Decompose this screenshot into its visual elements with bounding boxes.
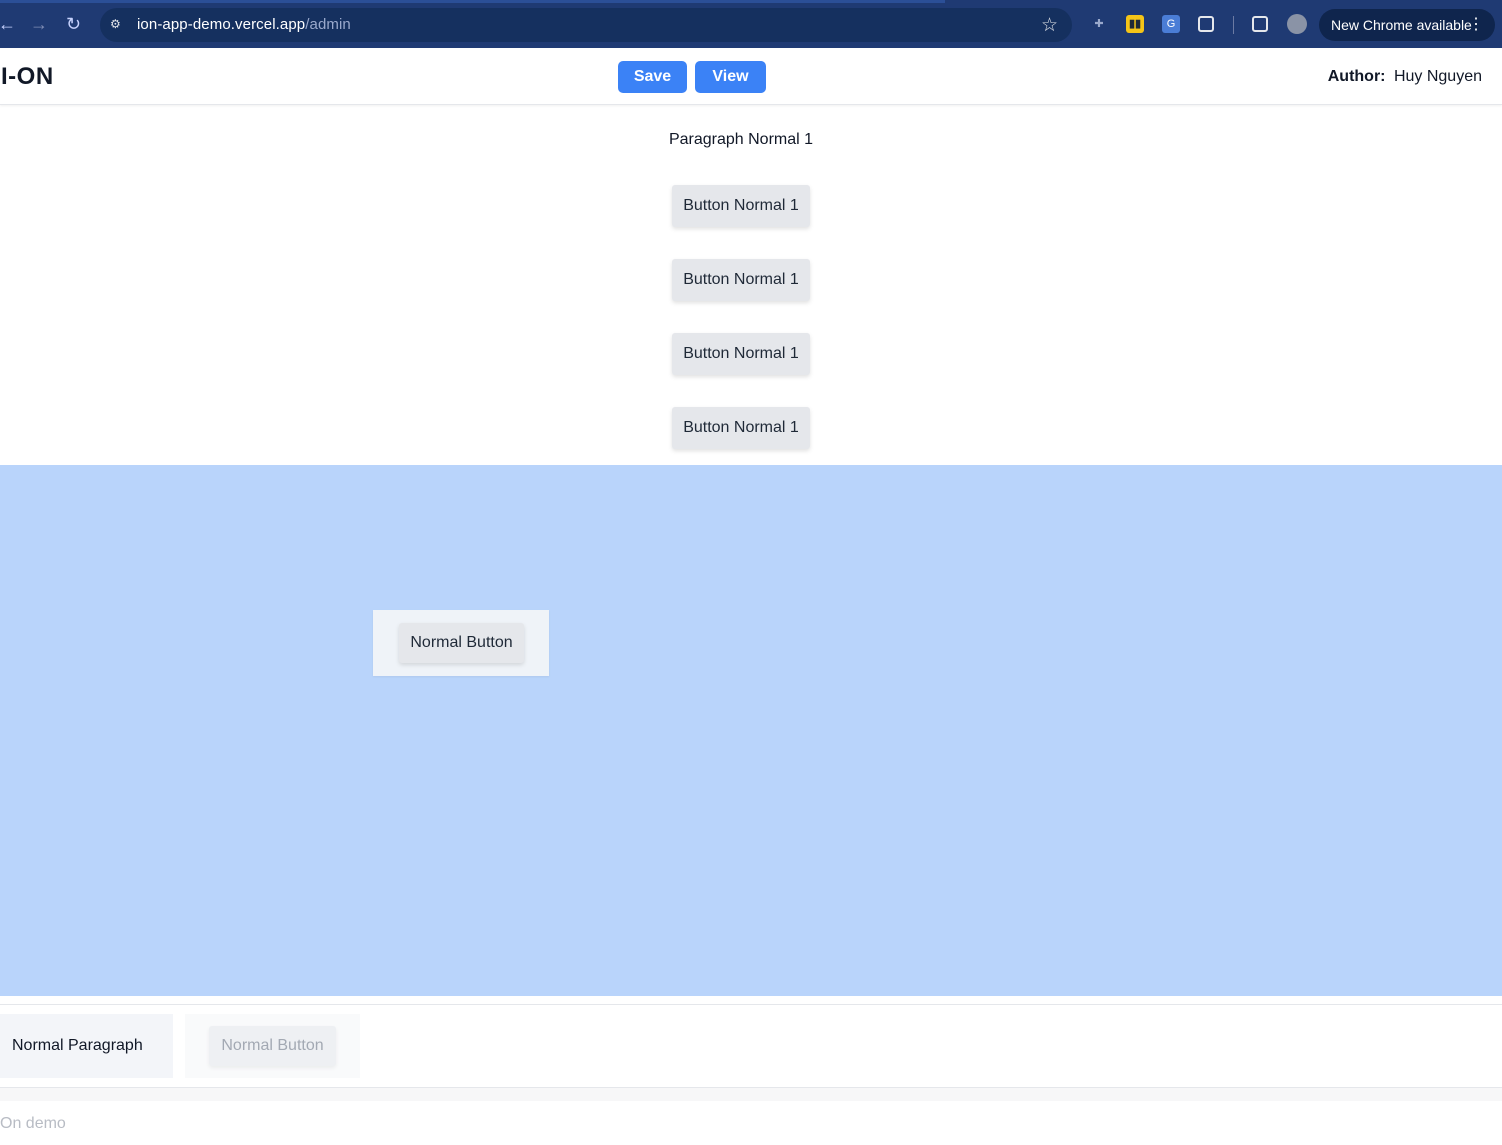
canvas-button-2[interactable]: Button Normal 1 bbox=[672, 259, 810, 301]
toolbar-divider bbox=[1233, 16, 1234, 34]
author-label: Author: bbox=[1327, 68, 1386, 85]
app-logo: I-ON bbox=[1, 63, 54, 90]
palette-divider bbox=[0, 1004, 1502, 1005]
author-name: Huy Nguyen bbox=[1393, 68, 1482, 85]
palette-paragraph-label: Normal Paragraph bbox=[12, 1037, 143, 1054]
footer: On demo bbox=[0, 1087, 1502, 1145]
reload-icon[interactable]: ↻ bbox=[66, 14, 81, 34]
app-header: I-ON Save View Author: Huy Nguyen bbox=[0, 49, 1502, 105]
side-panel-icon[interactable] bbox=[1252, 16, 1268, 32]
canvas-button-1[interactable]: Button Normal 1 bbox=[672, 185, 810, 227]
extension-chart-icon[interactable]: ▮▮ bbox=[1126, 15, 1144, 33]
save-button[interactable]: Save bbox=[618, 61, 687, 93]
profile-avatar[interactable] bbox=[1287, 14, 1307, 34]
browser-toolbar: ← → ↻ ⚙ ion-app-demo.vercel.app/admin ☆ … bbox=[0, 0, 1502, 48]
footer-band bbox=[0, 1088, 1502, 1101]
url-text[interactable]: ion-app-demo.vercel.app/admin bbox=[137, 16, 351, 33]
translate-icon[interactable]: G bbox=[1162, 15, 1180, 33]
chrome-update-label: New Chrome available bbox=[1331, 17, 1472, 33]
author-info: Author: Huy Nguyen bbox=[1328, 68, 1482, 86]
palette-paragraph-item[interactable]: Normal Paragraph bbox=[0, 1014, 173, 1078]
address-bar[interactable]: ⚙ ion-app-demo.vercel.app/admin ☆ bbox=[100, 8, 1072, 42]
canvas-button-4[interactable]: Button Normal 1 bbox=[672, 407, 810, 449]
extensions-puzzle-icon[interactable] bbox=[1198, 16, 1214, 32]
site-settings-icon[interactable]: ⚙ bbox=[110, 17, 124, 31]
more-menu-icon[interactable]: ⋮ bbox=[1468, 9, 1484, 41]
drop-zone[interactable]: Normal Button bbox=[0, 465, 1502, 996]
bookmark-star-icon[interactable]: ☆ bbox=[1041, 14, 1058, 37]
canvas-button-3[interactable]: Button Normal 1 bbox=[672, 333, 810, 375]
dragged-button[interactable]: Normal Button bbox=[399, 623, 524, 663]
extension-plus-icon[interactable]: ✚ bbox=[1090, 15, 1108, 33]
palette-button[interactable]: Normal Button bbox=[209, 1026, 336, 1066]
forward-icon[interactable]: → bbox=[30, 14, 48, 34]
view-button[interactable]: View bbox=[695, 61, 766, 93]
loading-bar bbox=[0, 0, 945, 3]
palette-button-item[interactable]: Normal Button bbox=[185, 1014, 360, 1078]
footer-text: On demo bbox=[0, 1115, 66, 1132]
canvas-paragraph[interactable]: Paragraph Normal 1 bbox=[0, 131, 1482, 149]
dragged-component[interactable]: Normal Button bbox=[373, 610, 549, 676]
chrome-update-button[interactable]: New Chrome available ⋮ bbox=[1319, 9, 1495, 41]
back-icon[interactable]: ← bbox=[0, 14, 16, 34]
